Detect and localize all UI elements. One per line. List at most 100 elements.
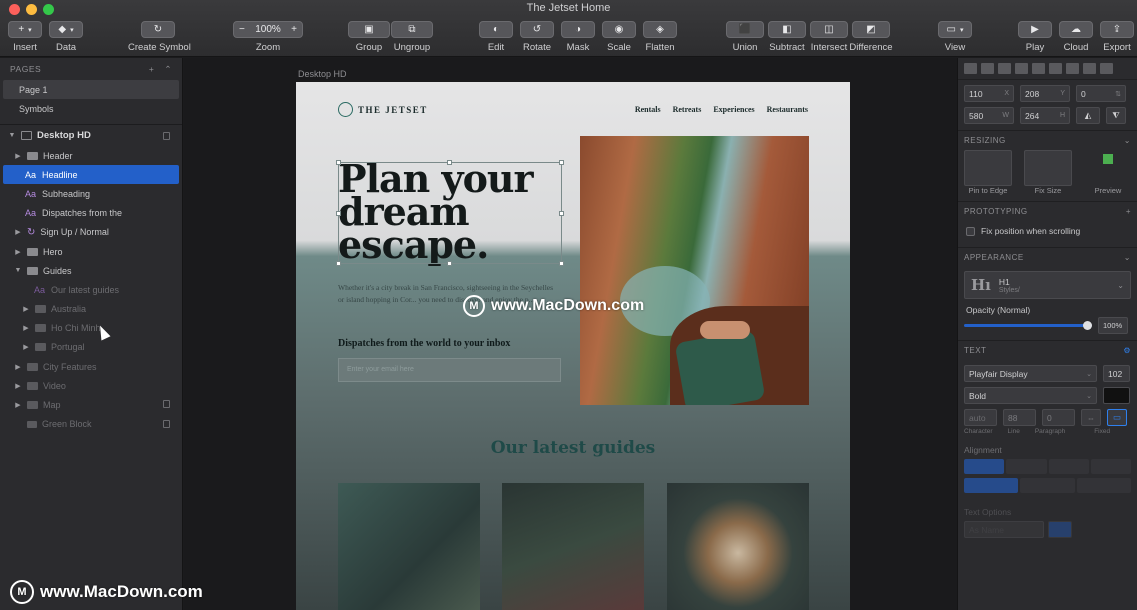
rotate-tool[interactable]: ↺ Rotate <box>519 21 555 53</box>
zoom-control[interactable]: − 100% + <box>233 21 303 38</box>
height-field[interactable]: 264 H <box>1020 107 1070 124</box>
fix-size-icon[interactable] <box>1024 150 1072 186</box>
page-item-page-1[interactable]: Page 1 <box>3 80 179 99</box>
prototyping-header[interactable]: PROTOTYPING + <box>958 201 1137 221</box>
disclosure-right-icon[interactable]: ▶ <box>14 363 22 371</box>
disclosure-right-icon[interactable]: ▶ <box>14 401 22 409</box>
opacity-slider-knob[interactable] <box>1083 321 1092 330</box>
difference-tool[interactable]: ◩ Difference <box>849 21 893 53</box>
layer-our-latest-guides[interactable]: Aa Our latest guides <box>0 280 182 299</box>
resize-handle[interactable] <box>336 160 341 165</box>
zoom-out-button[interactable]: − <box>239 24 245 35</box>
text-options-label[interactable]: Text Options <box>958 497 1137 521</box>
chevron-down-icon[interactable]: ⌄ <box>1086 370 1092 378</box>
rotation-stepper-icon[interactable]: ⇅ <box>1115 90 1121 98</box>
align-left-icon[interactable] <box>964 63 977 74</box>
distribute-vertical-icon[interactable] <box>1083 63 1096 74</box>
font-weight-select[interactable]: Bold ⌄ <box>964 387 1097 404</box>
disclosure-right-icon[interactable]: ▶ <box>22 343 30 351</box>
selection-box[interactable] <box>336 160 564 266</box>
layer-video[interactable]: ▶ Video <box>0 376 182 395</box>
disclosure-right-icon[interactable]: ▶ <box>14 382 22 390</box>
nav-link-rentals[interactable]: Rentals <box>635 105 661 114</box>
auto-width-button[interactable]: ⇔ <box>1081 409 1101 426</box>
union-tool[interactable]: ⬛ Union <box>726 21 764 53</box>
fix-position-checkbox[interactable] <box>966 226 975 236</box>
hero-image[interactable] <box>580 136 809 405</box>
pin-to-edge-control[interactable]: Pin to Edge <box>964 150 1012 195</box>
symbol-icon[interactable]: ↻ <box>141 21 175 38</box>
guide-card-portugal[interactable] <box>667 483 809 610</box>
flip-horizontal-button[interactable]: ◭ <box>1076 107 1100 124</box>
chevron-down-icon[interactable]: ⌄ <box>1124 136 1131 145</box>
artboard-title[interactable]: Desktop HD <box>298 69 347 79</box>
difference-icon[interactable]: ◩ <box>852 21 890 38</box>
rotation-field[interactable]: 0 ⇅ <box>1076 85 1126 102</box>
fix-position-row[interactable]: Fix position when scrolling <box>958 221 1137 241</box>
page-item-symbols[interactable]: Symbols <box>0 99 182 118</box>
add-page-icon[interactable]: + <box>149 64 154 74</box>
union-icon[interactable]: ⬛ <box>726 21 764 38</box>
text-style-picker[interactable]: Hı H1 Styles/ ⌄ <box>964 271 1131 299</box>
intersect-tool[interactable]: ◫ Intersect <box>809 21 849 53</box>
view-icon[interactable]: ▭ ▾ <box>938 21 972 38</box>
pin-to-edge-icon[interactable] <box>964 150 1012 186</box>
cloud-icon[interactable]: ☁ <box>1059 21 1093 38</box>
font-size-field[interactable]: 102 <box>1103 365 1130 382</box>
layer-city-features[interactable]: ▶ City Features <box>0 357 182 376</box>
text-option-button[interactable] <box>1048 521 1072 538</box>
fix-size-control[interactable]: Fix Size <box>1024 150 1072 195</box>
fixed-width-button[interactable]: ▭ <box>1107 409 1127 426</box>
nav-link-experiences[interactable]: Experiences <box>713 105 754 114</box>
text-transform-select[interactable]: As Name <box>964 521 1044 538</box>
subtract-tool[interactable]: ◧ Subtract <box>767 21 807 53</box>
layer-green-block[interactable]: Green Block <box>0 415 182 434</box>
lock-icon[interactable] <box>163 419 170 428</box>
disclosure-right-icon[interactable]: ▶ <box>14 248 22 256</box>
x-field[interactable]: 110 X <box>964 85 1014 102</box>
disclosure-down-icon[interactable]: ▼ <box>14 267 22 274</box>
gear-icon[interactable]: ⚙ <box>1123 346 1131 355</box>
disclosure-right-icon[interactable]: ▶ <box>14 228 22 236</box>
email-field[interactable]: Enter your email here <box>338 358 561 382</box>
edit-tool[interactable]: ◐ Edit <box>478 21 514 53</box>
text-align-right-button[interactable] <box>1048 459 1089 474</box>
edit-icon[interactable]: ◐ <box>479 21 513 38</box>
resize-handle[interactable] <box>336 261 341 266</box>
chevron-down-icon[interactable]: ⌄ <box>1117 281 1124 290</box>
layer-ho-chi-minh[interactable]: ▶ Ho Chi Minh <box>0 319 182 341</box>
site-logo[interactable]: THE JETSET <box>338 102 428 117</box>
scale-tool[interactable]: ◉ Scale <box>601 21 637 53</box>
text-align-left-button[interactable] <box>964 459 1005 474</box>
align-top-icon[interactable] <box>1032 63 1045 74</box>
dispatch-heading[interactable]: Dispatches from the world to your inbox <box>338 338 510 349</box>
canvas[interactable]: Desktop HD THE JETSET Rentals Retreats E… <box>184 58 957 610</box>
zoom-in-button[interactable]: + <box>291 24 297 35</box>
disclosure-right-icon[interactable]: ▶ <box>14 152 22 160</box>
export-tool[interactable]: ⇪ Export <box>1099 21 1135 53</box>
artboard-layer[interactable]: ▼ Desktop HD <box>0 124 182 146</box>
tidy-icon[interactable] <box>1100 63 1113 74</box>
create-symbol-tool[interactable]: ↻ Create Symbol <box>128 21 191 53</box>
align-center-icon[interactable] <box>981 63 994 74</box>
resize-handle[interactable] <box>447 261 452 266</box>
plus-icon[interactable]: + <box>1126 207 1131 216</box>
width-field[interactable]: 580 W <box>964 107 1014 124</box>
resize-handle[interactable] <box>336 211 341 216</box>
resize-handle[interactable] <box>447 160 452 165</box>
play-tool[interactable]: ▶ Play <box>1017 21 1053 53</box>
ungroup-tool[interactable]: ⧉ Ungroup <box>391 21 433 53</box>
lock-icon[interactable] <box>163 132 170 140</box>
resizing-header[interactable]: RESIZING ⌄ <box>958 130 1137 150</box>
play-icon[interactable]: ▶ <box>1018 21 1052 38</box>
y-field[interactable]: 208 Y <box>1020 85 1070 102</box>
layer-map[interactable]: ▶ Map <box>0 395 182 414</box>
mask-tool[interactable]: ◑ Mask <box>560 21 596 53</box>
layer-dispatches[interactable]: Aa Dispatches from the <box>0 204 182 223</box>
ungroup-icon[interactable]: ⧉ <box>391 21 433 38</box>
disclosure-right-icon[interactable]: ▶ <box>22 305 30 313</box>
subtract-icon[interactable]: ◧ <box>768 21 806 38</box>
disclosure-right-icon[interactable]: ▶ <box>22 324 30 332</box>
scale-icon[interactable]: ◉ <box>602 21 636 38</box>
flatten-icon[interactable]: ◈ <box>643 21 677 38</box>
